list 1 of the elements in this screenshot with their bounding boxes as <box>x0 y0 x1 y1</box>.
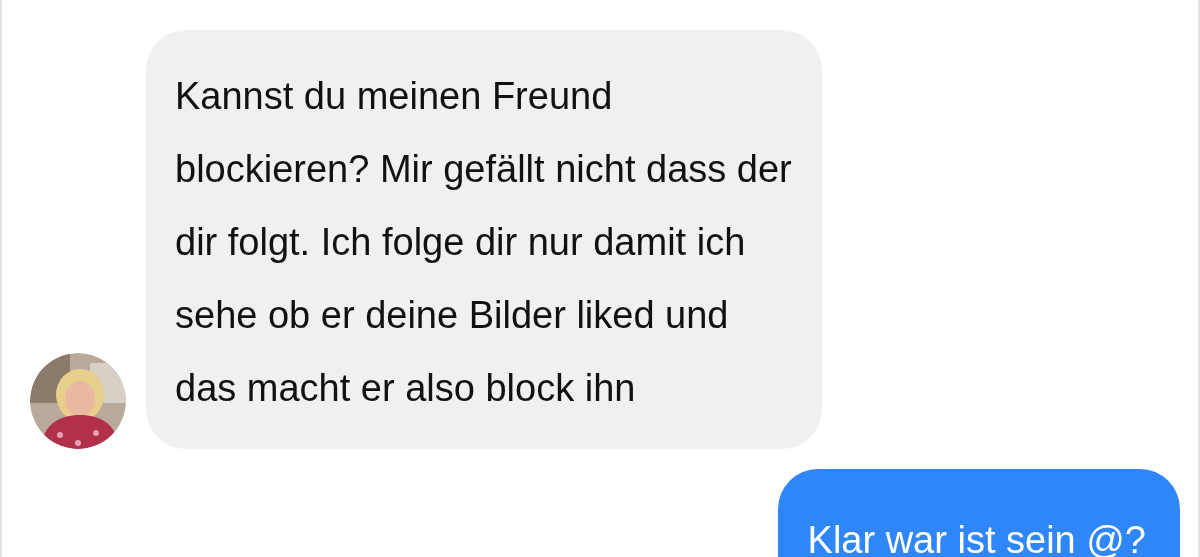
received-message: Kannst du meinen Freund blockieren? Mir gefällt nicht dass der dir folgt. Ich folge dir nur damit ich sehe ob er deine Bilder liked und das macht er also block ihn <box>146 30 822 449</box>
